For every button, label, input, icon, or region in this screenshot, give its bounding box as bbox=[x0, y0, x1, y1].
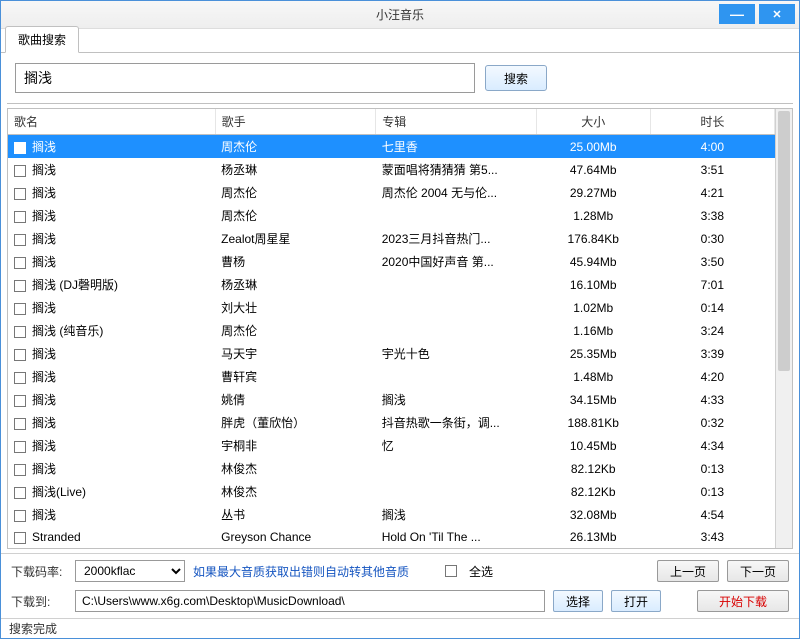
window-title: 小汪音乐 bbox=[376, 6, 424, 23]
col-header-artist[interactable]: 歌手 bbox=[215, 109, 376, 135]
table-row[interactable]: 搁浅刘大壮1.02Mb0:14 bbox=[8, 296, 775, 319]
window-controls bbox=[719, 4, 795, 24]
col-header-name[interactable]: 歌名 bbox=[8, 109, 215, 135]
row-checkbox[interactable] bbox=[14, 142, 26, 154]
row-checkbox[interactable] bbox=[14, 188, 26, 200]
app-window: 小汪音乐 歌曲搜索 搜索 歌名 歌手 专辑 大小 时长 bbox=[0, 0, 800, 639]
table-row[interactable]: 搁浅(Live)林俊杰82.12Kb0:13 bbox=[8, 480, 775, 503]
results-table: 歌名 歌手 专辑 大小 时长 搁浅周杰伦七里香25.00Mb4:00搁浅杨丞琳蒙… bbox=[7, 108, 793, 549]
table-row[interactable]: 搁浅Zealot周星星2023三月抖音热门...176.84Kb0:30 bbox=[8, 227, 775, 250]
search-bar: 搜索 bbox=[1, 53, 799, 103]
row-checkbox[interactable] bbox=[14, 234, 26, 246]
choose-path-button[interactable]: 选择 bbox=[553, 590, 603, 612]
status-text: 搜索完成 bbox=[9, 620, 57, 637]
next-page-button[interactable]: 下一页 bbox=[727, 560, 789, 582]
open-path-button[interactable]: 打开 bbox=[611, 590, 661, 612]
tab-bar: 歌曲搜索 bbox=[1, 29, 799, 53]
close-button[interactable] bbox=[759, 4, 795, 24]
row-checkbox[interactable] bbox=[14, 372, 26, 384]
col-header-size[interactable]: 大小 bbox=[536, 109, 650, 135]
quality-note: 如果最大音质获取出错则自动转其他音质 bbox=[193, 563, 409, 580]
search-button[interactable]: 搜索 bbox=[485, 65, 547, 91]
col-header-duration[interactable]: 时长 bbox=[650, 109, 774, 135]
row-checkbox[interactable] bbox=[14, 487, 26, 499]
divider bbox=[7, 103, 793, 104]
table-row[interactable]: StrandedGreyson ChanceHold On 'Til The .… bbox=[8, 526, 775, 548]
table-row[interactable]: 搁浅周杰伦七里香25.00Mb4:00 bbox=[8, 135, 775, 159]
table-row[interactable]: 搁浅曹杨2020中国好声音 第...45.94Mb3:50 bbox=[8, 250, 775, 273]
select-all-label: 全选 bbox=[469, 563, 493, 580]
download-path-label: 下载到: bbox=[11, 593, 67, 610]
tab-song-search[interactable]: 歌曲搜索 bbox=[5, 26, 79, 53]
table-row[interactable]: 搁浅曹轩宾1.48Mb4:20 bbox=[8, 365, 775, 388]
table-row[interactable]: 搁浅杨丞琳蒙面唱将猜猜猜 第5...47.64Mb3:51 bbox=[8, 158, 775, 181]
scrollbar-thumb[interactable] bbox=[778, 111, 790, 371]
row-checkbox[interactable] bbox=[14, 257, 26, 269]
col-header-album[interactable]: 专辑 bbox=[376, 109, 537, 135]
row-checkbox[interactable] bbox=[14, 303, 26, 315]
row-checkbox[interactable] bbox=[14, 510, 26, 522]
row-checkbox[interactable] bbox=[14, 211, 26, 223]
select-all-checkbox[interactable] bbox=[445, 565, 457, 577]
row-checkbox[interactable] bbox=[14, 464, 26, 476]
table-row[interactable]: 搁浅马天宇宇光十色25.35Mb3:39 bbox=[8, 342, 775, 365]
download-path-input[interactable] bbox=[75, 590, 545, 612]
row-checkbox[interactable] bbox=[14, 395, 26, 407]
table-row[interactable]: 搁浅 (DJ磬明版)杨丞琳16.10Mb7:01 bbox=[8, 273, 775, 296]
row-checkbox[interactable] bbox=[14, 441, 26, 453]
bitrate-select[interactable]: 2000kflac bbox=[75, 560, 185, 582]
prev-page-button[interactable]: 上一页 bbox=[657, 560, 719, 582]
start-download-button[interactable]: 开始下载 bbox=[697, 590, 789, 612]
status-bar: 搜索完成 bbox=[1, 618, 799, 638]
bitrate-label: 下载码率: bbox=[11, 563, 67, 580]
table-header-row: 歌名 歌手 专辑 大小 时长 bbox=[8, 109, 775, 135]
row-checkbox[interactable] bbox=[14, 418, 26, 430]
search-input[interactable] bbox=[15, 63, 475, 93]
table-row[interactable]: 搁浅丛书搁浅32.08Mb4:54 bbox=[8, 503, 775, 526]
table-row[interactable]: 搁浅胖虎（董欣怡）抖音热歌一条街，调...188.81Kb0:32 bbox=[8, 411, 775, 434]
table-row[interactable]: 搁浅 (纯音乐)周杰伦1.16Mb3:24 bbox=[8, 319, 775, 342]
table-row[interactable]: 搁浅周杰伦1.28Mb3:38 bbox=[8, 204, 775, 227]
row-checkbox[interactable] bbox=[14, 326, 26, 338]
titlebar[interactable]: 小汪音乐 bbox=[1, 1, 799, 29]
table-row[interactable]: 搁浅宇桐非忆10.45Mb4:34 bbox=[8, 434, 775, 457]
footer-panel: 下载码率: 2000kflac 如果最大音质获取出错则自动转其他音质 全选 上一… bbox=[1, 553, 799, 618]
row-checkbox[interactable] bbox=[14, 280, 26, 292]
table-row[interactable]: 搁浅姚倩搁浅34.15Mb4:33 bbox=[8, 388, 775, 411]
minimize-button[interactable] bbox=[719, 4, 755, 24]
table-row[interactable]: 搁浅周杰伦周杰伦 2004 无与伦...29.27Mb4:21 bbox=[8, 181, 775, 204]
row-checkbox[interactable] bbox=[14, 532, 26, 544]
row-checkbox[interactable] bbox=[14, 165, 26, 177]
table-row[interactable]: 搁浅林俊杰82.12Kb0:13 bbox=[8, 457, 775, 480]
vertical-scrollbar[interactable] bbox=[775, 109, 792, 548]
row-checkbox[interactable] bbox=[14, 349, 26, 361]
